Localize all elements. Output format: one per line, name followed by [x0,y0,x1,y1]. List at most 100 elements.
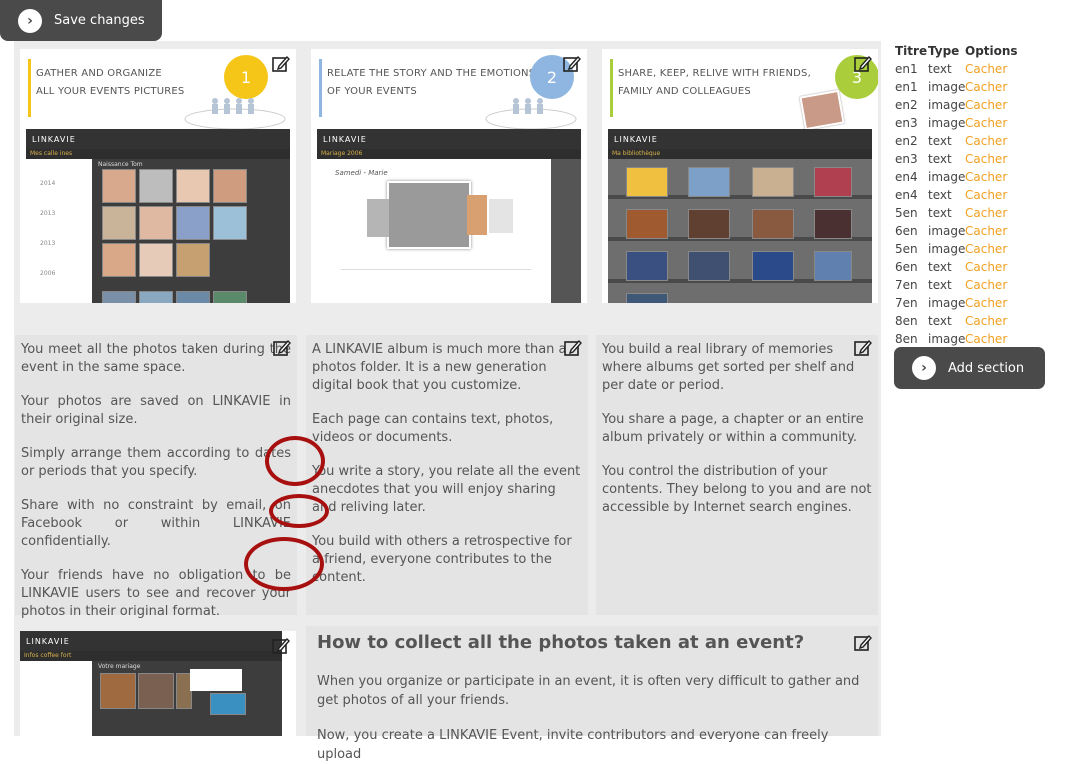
section-text-3: You build a real library of memories whe… [596,335,878,615]
paragraph: Each page can contains text, photos, vid… [312,412,554,445]
cell-titre: 7en [895,296,918,310]
hide-link[interactable]: Cacher [965,204,1007,222]
edit-icon[interactable] [854,339,872,357]
edit-icon[interactable] [854,634,872,652]
accent-bar [28,59,31,117]
cell-titre: en2 [895,98,918,112]
edit-icon[interactable] [273,339,291,357]
hide-link[interactable]: Cacher [965,114,1007,132]
save-changes-button[interactable]: › Save changes [0,0,162,41]
paragraph: Now, you create a LINKAVIE Event, invite… [317,728,829,762]
sections-table: Titre Type Options en1 text Cacher en1 imag… [895,42,1018,348]
hide-link[interactable]: Cacher [965,132,1007,150]
paragraph: Share with no constraint by email, on Fa… [21,498,291,549]
add-section-label: Add section [948,360,1025,376]
table-row: en1 text Cacher [895,60,1018,78]
section-image-3-caption: SHARE, KEEP, RELIVE WITH FRIENDS, FAMILY… [618,68,811,97]
table-header: Titre Type Options [895,42,1018,60]
cell-type: text [928,134,952,148]
edit-icon[interactable] [564,339,582,357]
section-image-1-caption: GATHER AND ORGANIZE ALL YOUR EVENTS PICT… [36,68,185,97]
table-row: en2 text Cacher [895,132,1018,150]
photo-collage [799,89,845,131]
app-screenshot-1: LINKAVIE Mes calle ines 2014 2013 2013 2006… [26,129,290,303]
chevron-right-icon: › [912,356,936,380]
cell-type: image [928,116,966,130]
edit-icon[interactable] [854,55,872,73]
linkavie-logo: LINKAVIE [32,134,76,144]
cell-type: text [928,314,952,328]
paragraph: You build with others a retrospective fo… [312,534,572,585]
hide-link[interactable]: Cacher [965,78,1007,96]
app-screenshot-3: LINKAVIE Ma bibliothèque [608,129,872,303]
cell-titre: 6en [895,260,918,274]
cell-titre: 8en [895,314,918,328]
table-row: 8en text Cacher [895,312,1018,330]
cell-titre: en3 [895,116,918,130]
hide-link[interactable]: Cacher [965,186,1007,204]
hide-link[interactable]: Cacher [965,276,1007,294]
paragraph: You meet all the photos taken during the… [21,342,291,375]
cell-type: image [928,242,966,256]
cell-type: text [928,62,952,76]
column-header-titre: Titre [895,44,928,58]
table-row: en4 image Cacher [895,168,1018,186]
hide-link[interactable]: Cacher [965,222,1007,240]
table-row: 5en text Cacher [895,204,1018,222]
cell-titre: en4 [895,170,918,184]
hide-link[interactable]: Cacher [965,330,1007,348]
screen-panel-title: Votre mariage [98,663,141,670]
hide-link[interactable]: Cacher [965,294,1007,312]
screen-subtitle: Infos coffee fort [20,651,282,661]
cell-type: image [928,224,966,238]
paragraph: You build a real library of memories whe… [602,342,855,393]
app-screenshot-4: LINKAVIE Infos coffee fort Votre mariage [20,631,282,736]
edit-icon[interactable] [272,55,290,73]
hide-link[interactable]: Cacher [965,240,1007,258]
hide-link[interactable]: Cacher [965,96,1007,114]
section-image-3: SHARE, KEEP, RELIVE WITH FRIENDS, FAMILY… [602,49,878,303]
edit-icon[interactable] [272,637,290,655]
linkavie-logo: LINKAVIE [614,134,658,144]
hide-link[interactable]: Cacher [965,258,1007,276]
cell-type: text [928,152,952,166]
annotation-circle [269,494,329,528]
section-image-1: GATHER AND ORGANIZE ALL YOUR EVENTS PICT… [20,49,296,303]
accent-bar [610,59,613,117]
cell-type: image [928,296,966,310]
paragraph: You write a story, you relate all the ev… [312,464,581,515]
hide-link[interactable]: Cacher [965,312,1007,330]
hide-link[interactable]: Cacher [965,60,1007,78]
table-row: en3 image Cacher [895,114,1018,132]
cell-titre: en3 [895,152,918,166]
hide-link[interactable]: Cacher [965,168,1007,186]
annotation-circle [244,537,324,591]
annotation-circle [265,436,325,486]
cell-type: text [928,278,952,292]
cell-titre: 7en [895,278,918,292]
linkavie-logo: LINKAVIE [26,636,70,646]
screen-subtitle: Mes calle ines [26,149,290,159]
paragraph: You control the distribution of your con… [602,464,872,515]
section-heading: How to collect all the photos taken at a… [317,632,805,653]
chevron-right-icon: › [18,8,42,33]
cell-titre: 6en [895,224,918,238]
hide-link[interactable]: Cacher [965,150,1007,168]
section-image-2: RELATE THE STORY AND THE EMOTIONS OF YOU… [311,49,587,303]
column-header-type: Type [928,44,960,58]
table-row: en1 image Cacher [895,78,1018,96]
cell-type: text [928,206,952,220]
section-text-2: A LINKAVIE album is much more than a pho… [306,335,588,615]
screen-sidebar: 2014 2013 2013 2006 [26,159,92,303]
edit-icon[interactable] [563,55,581,73]
table-row: 8en image Cacher [895,330,1018,348]
save-changes-label: Save changes [54,13,145,28]
add-section-button[interactable]: › Add section [894,347,1045,389]
cell-type: image [928,98,966,112]
cell-type: text [928,188,952,202]
cell-titre: en1 [895,80,918,94]
paragraph: Your photos are saved on LINKAVIE in the… [21,394,291,427]
cell-titre: 5en [895,206,918,220]
cell-type: text [928,260,952,274]
section-body: When you organize or participate in an e… [317,672,872,764]
